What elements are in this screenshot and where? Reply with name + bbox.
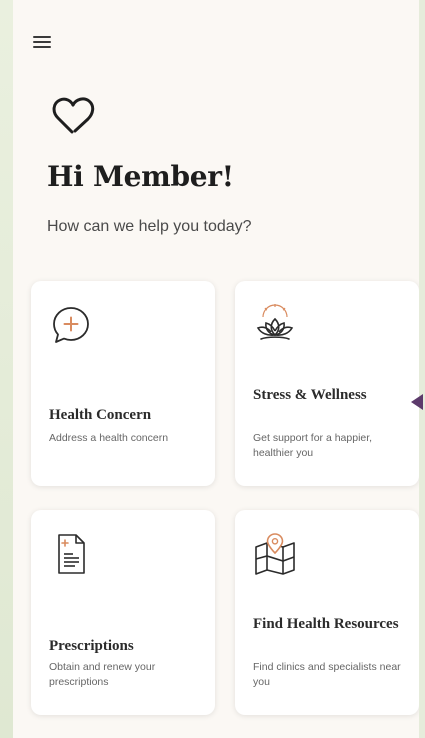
right-decorative-strip bbox=[419, 0, 425, 738]
lotus-icon bbox=[256, 304, 294, 340]
card-description: Address a health concern bbox=[49, 432, 169, 444]
prescriptions-card[interactable]: Prescriptions Obtain and renew your pres… bbox=[31, 510, 215, 715]
prescription-document-icon bbox=[58, 534, 85, 574]
pointer-arrow-icon bbox=[411, 394, 423, 410]
heart-logo-icon bbox=[52, 97, 95, 134]
card-description: Get support for a happier, healthier you bbox=[253, 432, 373, 459]
map-pin-icon bbox=[255, 533, 295, 575]
page-subtitle: How can we help you today? bbox=[47, 218, 252, 235]
chat-plus-icon bbox=[53, 307, 89, 343]
card-description: Obtain and renew your prescriptions bbox=[49, 661, 156, 688]
card-title: Find Health Resources bbox=[253, 616, 399, 632]
app-screen: Hi Member! How can we help you today? He… bbox=[13, 0, 419, 738]
card-title: Health Concern bbox=[49, 407, 152, 423]
stress-wellness-card[interactable]: Stress & Wellness Get support for a happ… bbox=[235, 281, 419, 486]
card-title: Stress & Wellness bbox=[253, 387, 367, 403]
find-health-resources-card[interactable]: Find Health Resources Find clinics and s… bbox=[235, 510, 419, 715]
health-concern-card[interactable]: Health Concern Address a health concern bbox=[31, 281, 215, 486]
card-title: Prescriptions bbox=[49, 638, 134, 654]
left-decorative-strip bbox=[0, 0, 13, 738]
page-title: Hi Member! bbox=[47, 160, 234, 193]
card-description: Find clinics and specialists near you bbox=[253, 661, 401, 688]
hamburger-menu-icon[interactable] bbox=[33, 36, 51, 50]
